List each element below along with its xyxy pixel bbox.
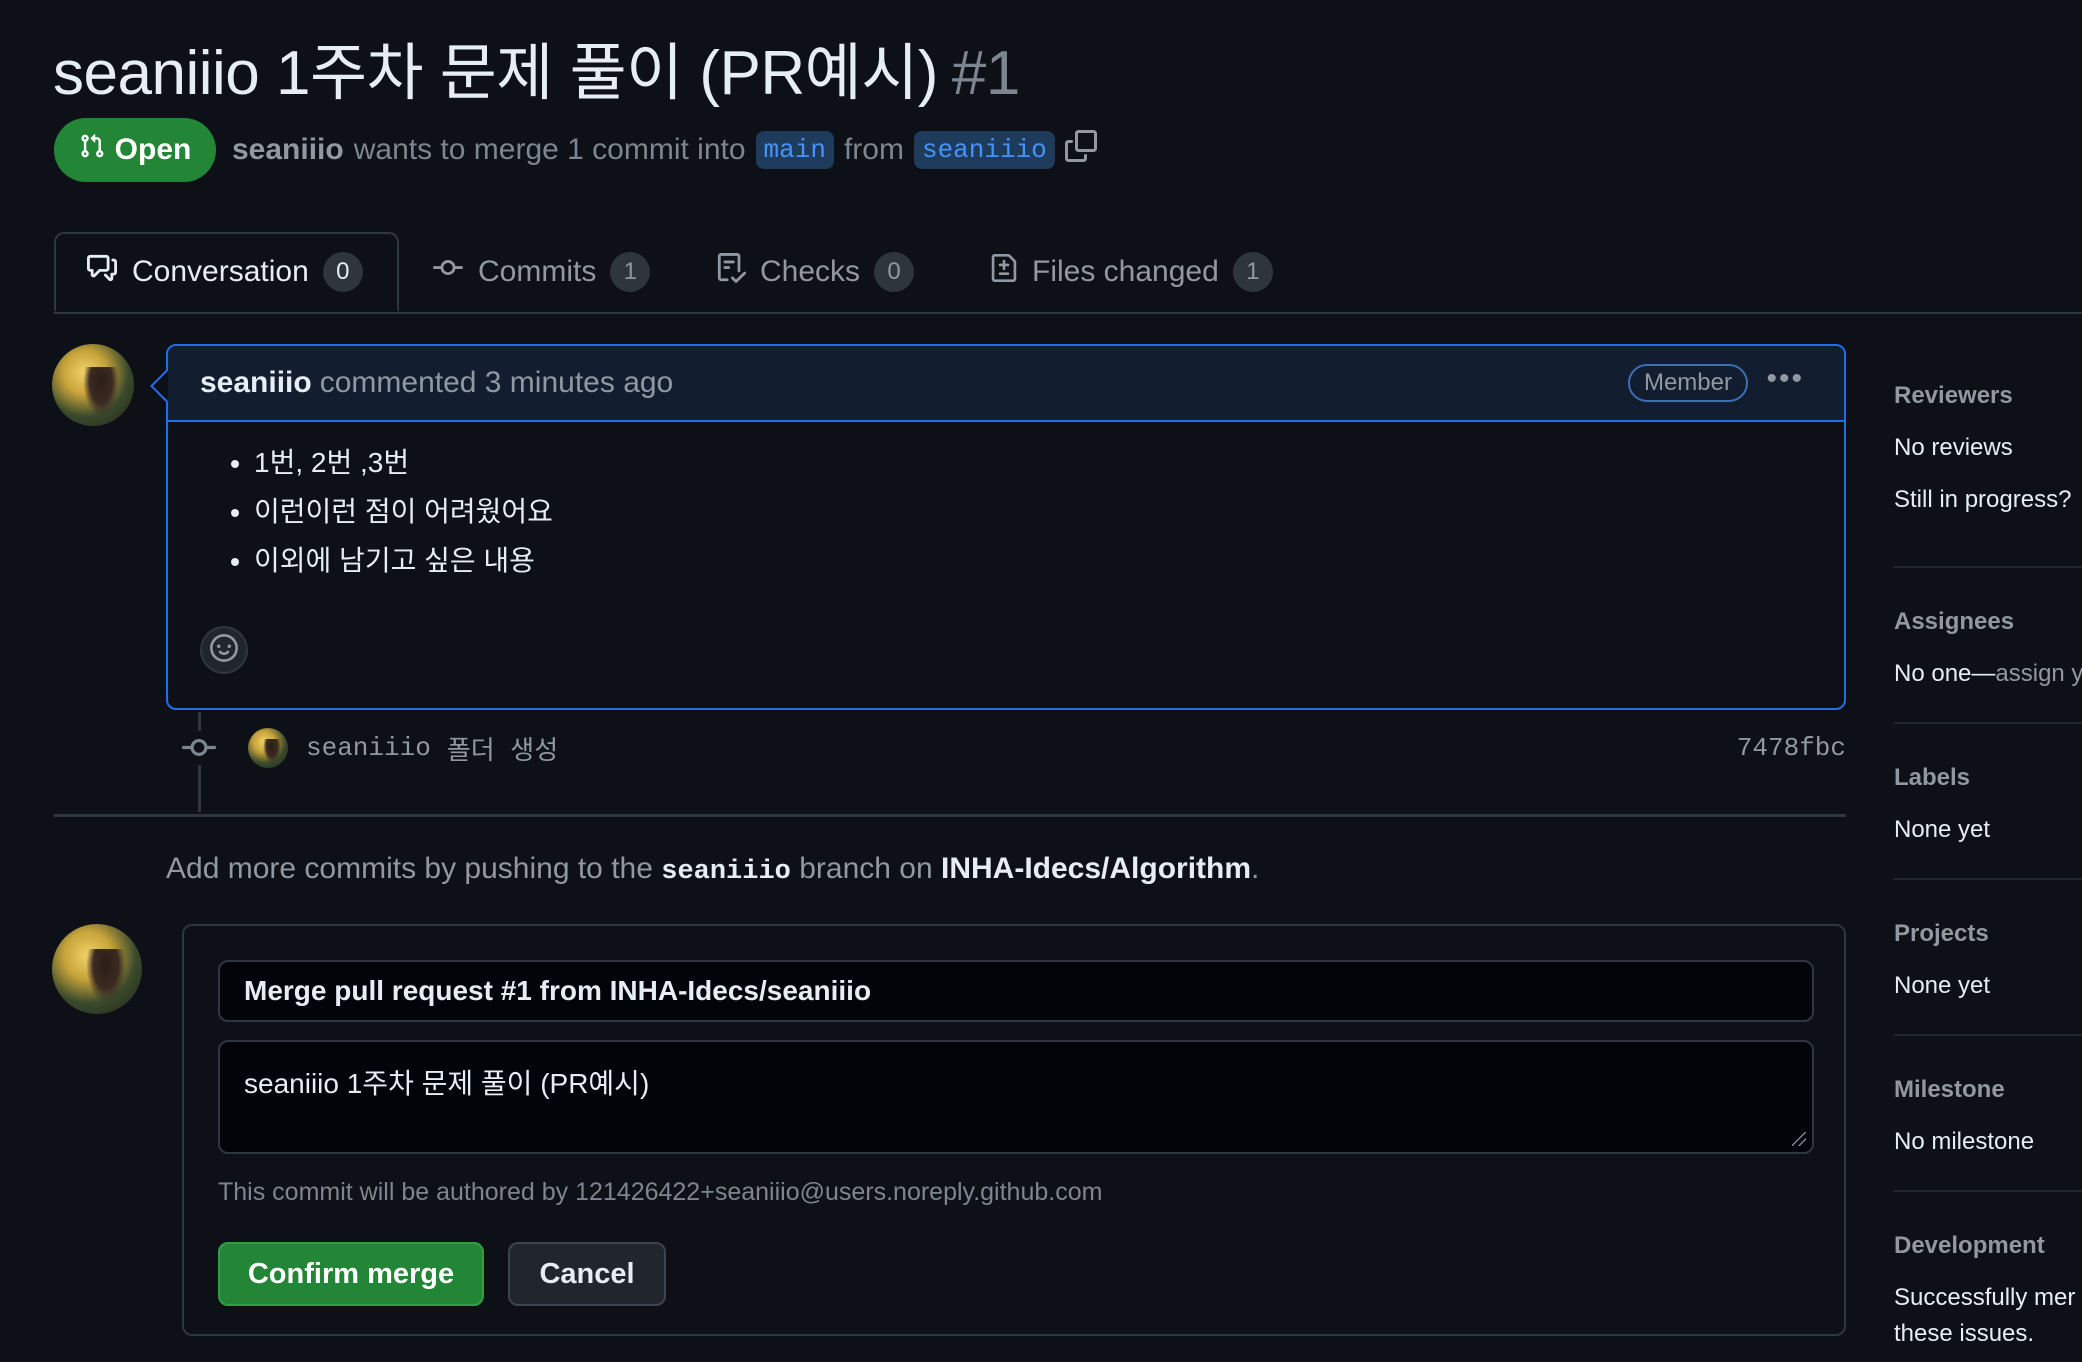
add-reaction-button[interactable] [200, 626, 248, 674]
assignees-heading[interactable]: Assignees [1894, 608, 2014, 636]
reviewers-heading[interactable]: Reviewers [1894, 382, 2013, 410]
base-branch[interactable]: main [755, 131, 834, 169]
git-commit-icon [432, 253, 464, 291]
tab-conversation-count: 0 [322, 252, 363, 292]
tab-conversation-label: Conversation [132, 255, 309, 288]
comment-body: 1번, 2번 ,3번 이런이런 점이 어려웠어요 이외에 남기고 싶은 내용 [168, 422, 1844, 585]
tab-commits-label: Commits [478, 255, 597, 288]
projects-heading[interactable]: Projects [1894, 920, 1989, 948]
milestone-value: No milestone [1894, 1128, 2035, 1155]
push-note-branch: seaniiio [661, 857, 791, 887]
cancel-button[interactable]: Cancel [508, 1242, 666, 1306]
confirm-merge-button[interactable]: Confirm merge [218, 1242, 484, 1306]
labels-value: None yet [1894, 816, 1991, 843]
development-heading[interactable]: Development [1894, 1232, 2045, 1260]
commit-avatar[interactable] [248, 728, 288, 768]
pr-sidebar: Reviewers No reviews Still in progress? … [1894, 344, 2082, 1362]
comment-meta[interactable]: commented 3 minutes ago [320, 366, 674, 400]
file-diff-icon [990, 252, 1018, 292]
merge-body-input[interactable]: seaniiio 1주차 문제 풀이 (PR예시) [218, 1040, 1814, 1154]
comment-author[interactable]: seaniiio [200, 366, 312, 400]
comment-card: seaniiio commented 3 minutes ago Member … [150, 344, 1846, 710]
avatar[interactable] [52, 344, 134, 426]
checklist-icon [716, 252, 747, 292]
smiley-icon [210, 633, 238, 667]
commit-message[interactable]: 폴더 생성 [447, 730, 558, 767]
kebab-horizontal-icon[interactable]: ••• [1766, 362, 1804, 396]
sidebar-labels: Labels None yet [1894, 724, 2082, 880]
pr-tabs: Conversation 0 Commits 1 Checks 0 Files … [54, 232, 2082, 314]
head-branch[interactable]: seaniiio [913, 131, 1055, 169]
labels-heading[interactable]: Labels [1894, 764, 1970, 792]
push-note-suffix: . [1251, 852, 1260, 885]
merge-text: wants to merge 1 commit into [353, 133, 746, 166]
sidebar-projects: Projects None yet [1894, 880, 2082, 1036]
sidebar-development: Development Successfully mer these issue… [1894, 1192, 2082, 1362]
push-note-prefix: Add more commits by pushing to the [166, 852, 653, 885]
comment-discussion-icon [86, 253, 118, 291]
sidebar-assignees: Assignees No one—assign y [1894, 568, 2082, 724]
merge-title-input[interactable]: Merge pull request #1 from INHA-Idecs/se… [218, 960, 1814, 1022]
tab-files-changed-label: Files changed [1032, 255, 1219, 288]
tab-commits[interactable]: Commits 1 [432, 232, 651, 312]
list-item: 1번, 2번 ,3번 [254, 438, 1844, 487]
merge-body-text: seaniiio 1주차 문제 풀이 (PR예시) [244, 1068, 650, 1099]
list-item: 이런이런 점이 어려웠어요 [254, 487, 1844, 536]
list-item: 이외에 남기고 싶은 내용 [254, 536, 1844, 585]
merge-form: Merge pull request #1 from INHA-Idecs/se… [182, 924, 1846, 1336]
pr-title-text: seaniiio 1주차 문제 풀이 (PR예시) [53, 39, 938, 108]
tab-checks-count: 0 [874, 252, 915, 292]
projects-value: None yet [1894, 972, 1991, 999]
pr-author-link[interactable]: seaniiio [232, 133, 344, 167]
development-value-line2: these issues. [1894, 1320, 2035, 1347]
milestone-heading[interactable]: Milestone [1894, 1076, 2005, 1104]
avatar[interactable] [52, 924, 142, 1014]
development-value-line1: Successfully mer [1894, 1284, 2076, 1311]
member-badge: Member [1627, 364, 1748, 402]
tab-files-changed-count: 1 [1232, 252, 1273, 292]
comment-list: 1번, 2번 ,3번 이런이런 점이 어려웠어요 이외에 남기고 싶은 내용 [228, 438, 1844, 585]
pr-merge-summary: seaniiio wants to merge 1 commit into ma… [232, 126, 1097, 174]
tab-checks[interactable]: Checks 0 [716, 232, 915, 312]
commit-author-note: This commit will be authored by 12142642… [218, 1178, 1103, 1206]
copy-icon[interactable] [1064, 130, 1097, 170]
assignees-value: No one—assign y [1894, 660, 2082, 688]
pr-number: #1 [951, 39, 1020, 108]
comment-header: seaniiio commented 3 minutes ago Member … [168, 346, 1844, 422]
timeline-commit: seaniiio 폴더 생성 7478fbc [182, 724, 1846, 772]
git-commit-icon [182, 731, 216, 765]
tab-checks-label: Checks [760, 255, 861, 288]
commit-sha[interactable]: 7478fbc [1737, 733, 1846, 763]
git-pull-request-icon [79, 131, 105, 169]
assignees-none: No one— [1894, 660, 1996, 687]
sidebar-reviewers: Reviewers No reviews Still in progress? [1894, 344, 2082, 568]
from-text: from [843, 133, 904, 166]
tab-files-changed[interactable]: Files changed 1 [990, 232, 1273, 312]
reviewers-value: No reviews [1894, 434, 2013, 461]
tab-commits-count: 1 [610, 252, 651, 292]
timeline-divider [54, 814, 1846, 817]
tab-conversation[interactable]: Conversation 0 [54, 232, 399, 312]
pr-title: seaniiio 1주차 문제 풀이 (PR예시) #1 [53, 22, 1020, 112]
push-note: Add more commits by pushing to the seani… [166, 852, 1259, 887]
pr-state-badge: Open [54, 118, 216, 182]
assign-yourself-link[interactable]: assign y [1995, 660, 2082, 687]
resize-handle-icon[interactable] [1792, 1132, 1806, 1146]
sidebar-milestone: Milestone No milestone [1894, 1036, 2082, 1192]
push-note-repo[interactable]: INHA-Idecs/Algorithm [941, 852, 1251, 885]
commit-author[interactable]: seaniiio [306, 733, 431, 763]
push-note-middle: branch on [799, 852, 933, 885]
pr-state-label: Open [114, 133, 192, 166]
reviewers-extra: Still in progress? [1894, 486, 2072, 513]
